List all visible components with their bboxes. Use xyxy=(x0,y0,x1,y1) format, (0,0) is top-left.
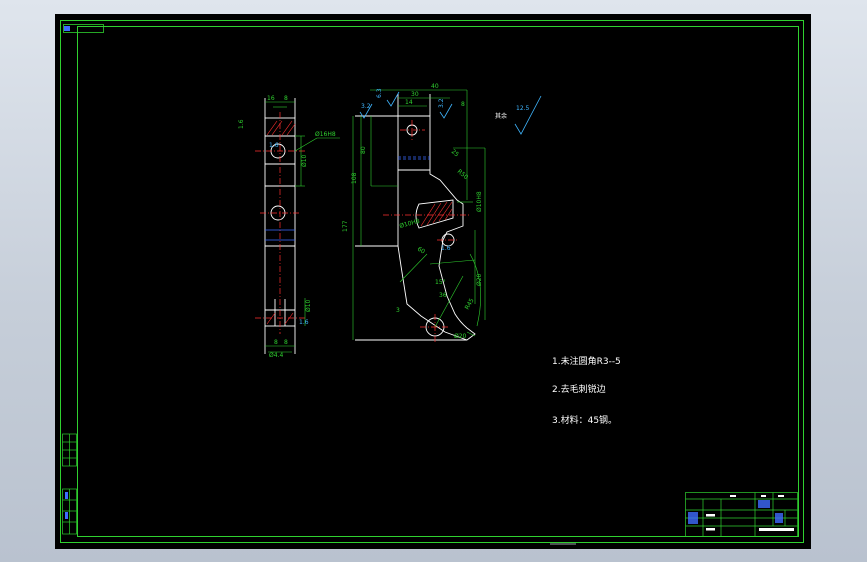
outer-border xyxy=(60,20,804,543)
left-strips xyxy=(62,433,77,535)
svg-text:8: 8 xyxy=(284,95,288,102)
side-view: 16 8 Ø16H8 Ø10 8 8 Ø4.4 Ø10 1.6 1.6 1.6 xyxy=(238,95,340,359)
svg-text:Ø20: Ø20 xyxy=(454,333,467,340)
cad-drawing: 16 8 Ø16H8 Ø10 8 8 Ø4.4 Ø10 1.6 1.6 1.6 xyxy=(60,20,804,545)
svg-text:3.2: 3.2 xyxy=(438,98,445,108)
roughness-remaining-label: 其余 xyxy=(495,112,507,120)
svg-text:30: 30 xyxy=(411,91,419,98)
svg-text:R50: R50 xyxy=(456,168,470,181)
svg-text:8: 8 xyxy=(284,339,288,346)
code-box-mark xyxy=(64,26,70,31)
front-view: 40 30 14 8 25 80 108 177 R50 Ø10H8 Ø10H8… xyxy=(342,83,542,342)
svg-text:1.6: 1.6 xyxy=(299,319,309,326)
svg-text:177: 177 xyxy=(342,220,349,232)
drawing-viewport[interactable]: 16 8 Ø16H8 Ø10 8 8 Ø4.4 Ø10 1.6 1.6 1.6 xyxy=(55,14,811,549)
svg-text:6.3: 6.3 xyxy=(376,88,383,98)
roughness-main-value: 12.5 xyxy=(516,105,530,112)
svg-text:14: 14 xyxy=(405,99,413,106)
svg-text:R45: R45 xyxy=(464,297,476,311)
svg-text:40: 40 xyxy=(431,83,439,90)
svg-text:1.6: 1.6 xyxy=(238,119,245,129)
svg-text:60: 60 xyxy=(416,246,426,256)
svg-text:80: 80 xyxy=(360,146,367,154)
svg-text:Ø4.4: Ø4.4 xyxy=(269,352,283,359)
svg-text:Ø10: Ø10 xyxy=(301,154,308,167)
svg-text:1.6: 1.6 xyxy=(269,142,279,149)
svg-text:Ø10H8: Ø10H8 xyxy=(399,218,421,230)
tech-note-2: 2.去毛刺锐边 xyxy=(552,385,606,395)
svg-text:1.6: 1.6 xyxy=(441,245,451,252)
svg-text:8: 8 xyxy=(461,101,465,108)
svg-text:8: 8 xyxy=(274,339,278,346)
svg-text:25: 25 xyxy=(450,148,460,158)
svg-text:108: 108 xyxy=(351,172,358,184)
svg-text:36: 36 xyxy=(439,292,447,299)
svg-text:3.2: 3.2 xyxy=(361,103,371,110)
tech-note-1: 1.未注圆角R3--5 xyxy=(552,357,621,367)
svg-text:Ø10: Ø10 xyxy=(305,299,312,312)
svg-text:15°: 15° xyxy=(435,279,446,286)
svg-text:Ø20: Ø20 xyxy=(476,273,483,286)
tech-note-3: 3.材料：45钢。 xyxy=(552,416,618,426)
svg-text:3: 3 xyxy=(396,307,400,314)
svg-text:16: 16 xyxy=(267,95,275,102)
svg-text:Ø10H8: Ø10H8 xyxy=(476,191,483,212)
svg-text:Ø16H8: Ø16H8 xyxy=(315,131,336,138)
